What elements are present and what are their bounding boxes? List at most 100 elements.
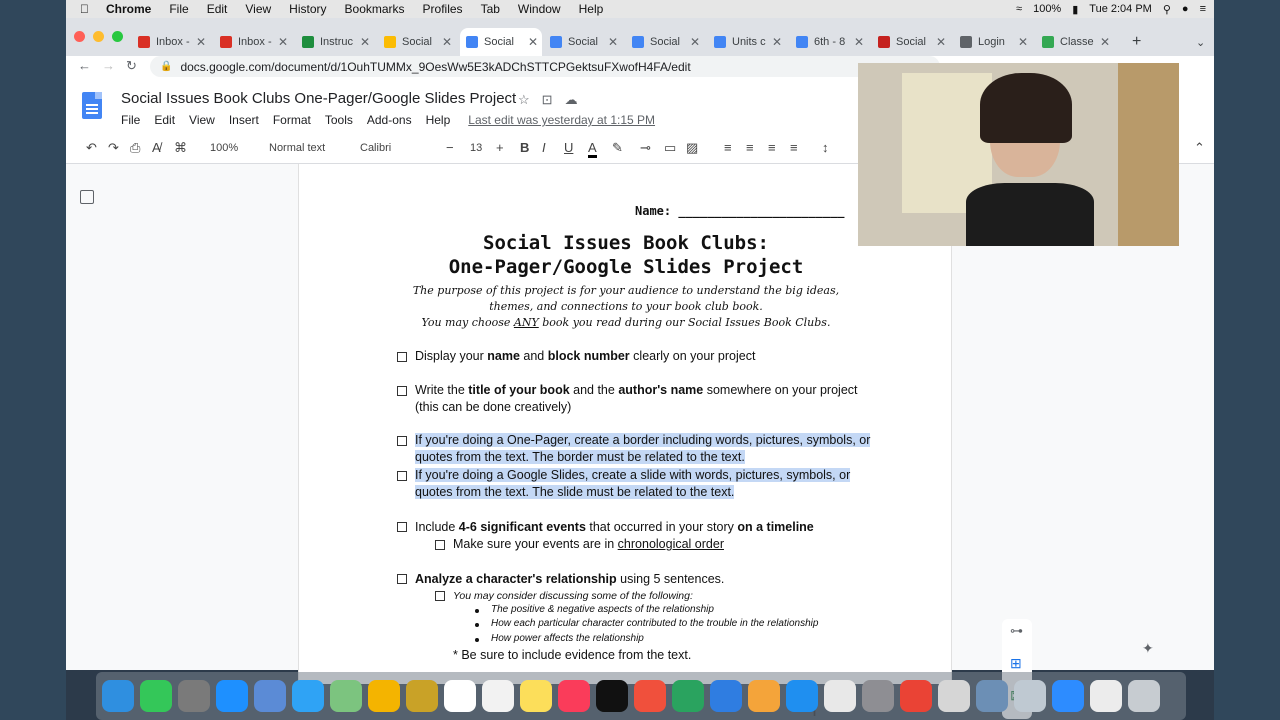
checkbox-events[interactable] <box>397 522 407 532</box>
textedit-icon[interactable] <box>938 680 970 712</box>
tab-doc-social-2[interactable]: Social ✕ <box>544 28 622 56</box>
docs-menu-format[interactable]: Format <box>273 113 311 127</box>
lock-icon[interactable]: 🔒 <box>160 61 172 72</box>
highlight-icon[interactable]: ✎ <box>612 140 623 156</box>
battery-icon[interactable]: ▮ <box>1072 3 1078 16</box>
underline-icon[interactable]: U <box>564 140 573 155</box>
news-icon[interactable] <box>634 680 666 712</box>
close-tab-icon[interactable]: ✕ <box>278 35 292 49</box>
docs-menu-file[interactable]: File <box>121 113 140 127</box>
siri-icon[interactable]: ● <box>1182 3 1189 15</box>
italic-icon[interactable]: I <box>542 140 546 155</box>
chrome-icon[interactable] <box>900 680 932 712</box>
migration-icon[interactable] <box>1014 680 1046 712</box>
add-comment-icon[interactable]: ⊞ <box>1010 655 1022 672</box>
image-icon[interactable]: ▨ <box>686 140 698 156</box>
paint-format-icon[interactable]: ⌘ <box>174 140 187 156</box>
close-tab-icon[interactable]: ✕ <box>772 35 786 49</box>
docs-logo-icon[interactable] <box>82 92 102 119</box>
font-select[interactable]: Calibri <box>360 142 391 154</box>
address-bar[interactable]: 🔒 docs.google.com/document/d/1OuhTUMMx_9… <box>150 56 940 77</box>
reminders-icon[interactable] <box>482 680 514 712</box>
tab-login[interactable]: Login ✕ <box>954 28 1032 56</box>
move-folder-icon[interactable]: ⊡ <box>542 92 553 108</box>
checkbox-one-pager[interactable] <box>397 436 407 446</box>
spellcheck-icon[interactable]: A̸ <box>152 140 161 155</box>
preview-icon[interactable] <box>254 680 286 712</box>
suggest-edit-icon[interactable]: ⊶ <box>1010 623 1023 639</box>
menu-bookmarks[interactable]: Bookmarks <box>345 2 405 16</box>
align-right-icon[interactable]: ≡ <box>768 140 776 155</box>
tv-icon[interactable] <box>596 680 628 712</box>
docs-menu-view[interactable]: View <box>189 113 215 127</box>
messages-icon[interactable] <box>292 680 324 712</box>
menu-history[interactable]: History <box>289 2 326 16</box>
trash-icon[interactable] <box>1128 680 1160 712</box>
redo-icon[interactable]: ↷ <box>108 140 119 156</box>
close-window-button[interactable] <box>74 31 85 42</box>
align-left-icon[interactable]: ≡ <box>724 140 732 155</box>
safari-icon[interactable] <box>216 680 248 712</box>
tab-6th-8[interactable]: 6th - 8 ✕ <box>790 28 868 56</box>
document-page[interactable]: Name: _______________________ Social Iss… <box>298 164 952 684</box>
minimize-window-button[interactable] <box>93 31 104 42</box>
pages-icon[interactable] <box>748 680 780 712</box>
system-preferences-icon[interactable] <box>862 680 894 712</box>
battery-percent[interactable]: 100% <box>1033 3 1061 15</box>
new-tab-button[interactable]: + <box>1126 28 1146 56</box>
close-tab-icon[interactable]: ✕ <box>1018 35 1032 49</box>
cloud-status-icon[interactable]: ☁ <box>565 92 578 108</box>
keynote-icon[interactable] <box>710 680 742 712</box>
zoom-icon[interactable] <box>1052 680 1084 712</box>
increase-size-icon[interactable]: + <box>496 140 504 155</box>
close-tab-icon[interactable]: ✕ <box>608 35 622 49</box>
undo-icon[interactable]: ↶ <box>86 140 97 156</box>
close-tab-icon[interactable]: ✕ <box>442 35 456 49</box>
align-center-icon[interactable]: ≡ <box>746 140 754 155</box>
stickies-icon[interactable] <box>520 680 552 712</box>
search-icon[interactable]: ⚲ <box>1163 3 1171 16</box>
checkbox-chronological[interactable] <box>435 540 445 550</box>
decrease-size-icon[interactable]: − <box>446 140 454 155</box>
checkbox-slides[interactable] <box>397 471 407 481</box>
link-icon[interactable]: ⊸ <box>640 140 651 156</box>
document-icon[interactable] <box>1090 680 1122 712</box>
music-icon[interactable] <box>558 680 590 712</box>
menu-help[interactable]: Help <box>579 2 604 16</box>
font-size-input[interactable]: 13 <box>470 142 482 154</box>
zoom-select[interactable]: 100% <box>210 142 238 154</box>
checkbox-name[interactable] <box>397 352 407 362</box>
tab-search-icon[interactable]: ⌄ <box>1190 28 1210 56</box>
document-title[interactable]: Social Issues Book Clubs One-Pager/Googl… <box>121 90 516 107</box>
menu-view[interactable]: View <box>245 2 271 16</box>
close-tab-icon[interactable]: ✕ <box>196 35 210 49</box>
docs-menu-edit[interactable]: Edit <box>154 113 175 127</box>
zoom-window-button[interactable] <box>112 31 123 42</box>
explore-icon[interactable]: ✦ <box>1142 640 1154 657</box>
close-tab-icon[interactable]: ✕ <box>936 35 950 49</box>
checkbox-relationship[interactable] <box>397 574 407 584</box>
calendar-icon[interactable] <box>444 680 476 712</box>
finder-icon[interactable] <box>102 680 134 712</box>
menu-app-name[interactable]: Chrome <box>106 2 151 16</box>
style-select[interactable]: Normal text <box>269 142 325 154</box>
tab-classes[interactable]: Classe ✕ <box>1036 28 1114 56</box>
menu-profiles[interactable]: Profiles <box>423 2 463 16</box>
menu-window[interactable]: Window <box>518 2 561 16</box>
reload-icon[interactable]: ↻ <box>126 58 137 74</box>
docs-menu-insert[interactable]: Insert <box>229 113 259 127</box>
app-store-icon[interactable] <box>786 680 818 712</box>
menu-edit[interactable]: Edit <box>207 2 228 16</box>
control-center-icon[interactable]: ≡ <box>1200 3 1206 15</box>
justify-icon[interactable]: ≡ <box>790 140 798 155</box>
forward-icon[interactable]: → <box>102 58 115 73</box>
close-tab-icon[interactable]: ✕ <box>528 35 542 49</box>
docs-menu-help[interactable]: Help <box>426 113 451 127</box>
clock[interactable]: Tue 2:04 PM <box>1089 3 1152 15</box>
tab-inbox-1[interactable]: Inbox - ✕ <box>132 28 210 56</box>
close-tab-icon[interactable]: ✕ <box>1100 35 1114 49</box>
notes-icon[interactable] <box>406 680 438 712</box>
menu-tab[interactable]: Tab <box>481 2 500 16</box>
tab-active-doc[interactable]: Social ✕ <box>460 28 542 56</box>
close-tab-icon[interactable]: ✕ <box>360 35 374 49</box>
